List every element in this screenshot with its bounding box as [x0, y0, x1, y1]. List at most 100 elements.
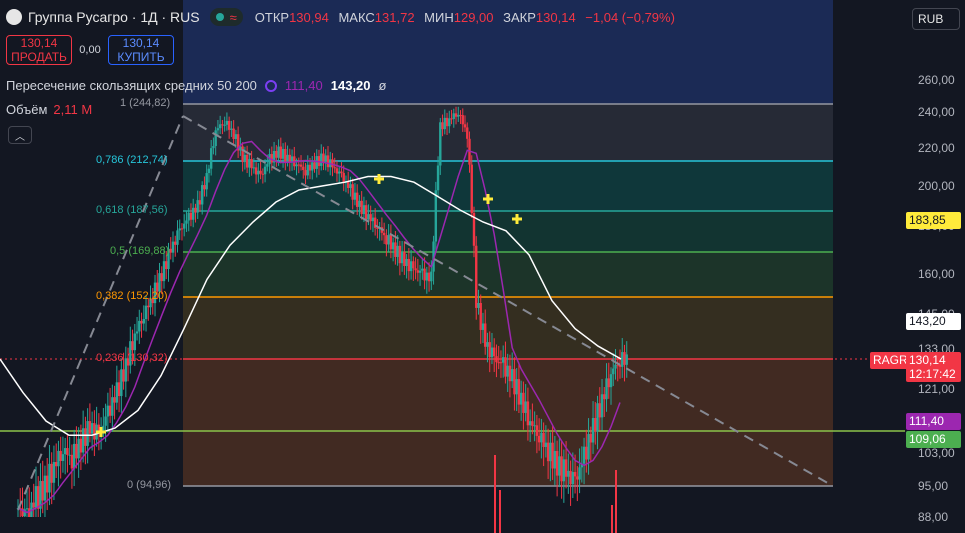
candle-body	[605, 378, 608, 400]
candle-body	[439, 122, 442, 166]
candle-body	[409, 261, 413, 272]
candle-body	[46, 475, 49, 493]
candle-body	[389, 235, 393, 250]
candle-body	[277, 146, 280, 158]
candle-body	[414, 268, 417, 271]
candle-body	[41, 480, 44, 501]
candle-body	[614, 364, 617, 369]
fib-zone-3	[183, 252, 833, 297]
candle-body	[180, 228, 184, 230]
market-status-pill[interactable]: ≈	[209, 8, 243, 26]
candle-body	[187, 212, 190, 221]
candle-body	[558, 456, 561, 476]
market-open-dot-icon	[215, 13, 224, 21]
candle-body	[445, 117, 449, 127]
axis-tick-label: 103,00	[918, 446, 955, 460]
candle-body	[108, 405, 112, 416]
candle-body	[214, 130, 217, 147]
candle-body	[416, 270, 420, 273]
candle-body	[70, 454, 74, 469]
candle-body	[371, 217, 375, 222]
trade-panel: 130,14 ПРОДАТЬ 0,00 130,14 КУПИТЬ	[6, 35, 174, 65]
candle-body	[470, 164, 473, 214]
candle-body	[284, 148, 287, 162]
candle-body	[493, 347, 496, 357]
candle-body	[513, 369, 516, 395]
currency-select[interactable]: RUB	[912, 8, 960, 30]
candle-body	[589, 434, 592, 443]
chevron-up-icon: ︿	[15, 131, 25, 143]
candle-body	[50, 463, 53, 483]
candle-body	[562, 459, 566, 482]
candle-body	[243, 154, 247, 163]
candle-body	[454, 113, 458, 117]
candle-body	[115, 382, 119, 403]
candle-body	[353, 192, 357, 200]
candle-body	[225, 120, 229, 125]
candle-body	[185, 220, 188, 224]
candle-body	[205, 173, 208, 190]
candle-body	[37, 486, 40, 509]
candle-body	[609, 374, 613, 388]
candle-body	[113, 397, 116, 403]
candle-body	[81, 428, 85, 453]
candle-body	[488, 342, 491, 358]
candle-body	[147, 305, 150, 308]
indicator-name: Пересечение скользящих средних 50 200	[6, 78, 257, 93]
trendline-up	[17, 115, 184, 511]
candle-body	[367, 214, 370, 220]
candle-body	[138, 320, 141, 332]
candle-body	[587, 434, 590, 460]
candle-body	[355, 192, 359, 207]
candle-body	[349, 184, 352, 188]
candle-body	[623, 352, 626, 365]
candle-body	[567, 470, 570, 477]
indicator-legend[interactable]: Пересечение скользящих средних 50 200 11…	[6, 78, 386, 93]
candle-body	[120, 369, 123, 397]
candle-body	[418, 270, 422, 273]
candle-body	[311, 162, 314, 171]
candle-body	[477, 302, 480, 308]
candle-body	[34, 486, 38, 508]
candle-body	[288, 154, 291, 163]
volume-legend[interactable]: Объём 2,11 M	[6, 102, 92, 117]
candle-body	[57, 450, 60, 467]
candle-body	[245, 154, 249, 168]
fib-label-2: 0,618 (187,56)	[96, 204, 168, 216]
symbol-title[interactable]: Группа Русагро · 1Д · RUS	[28, 9, 200, 25]
fib-label-4: 0,382 (152,20)	[96, 290, 168, 302]
buy-button[interactable]: 130,14 КУПИТЬ	[108, 35, 174, 65]
candle-body	[169, 248, 172, 253]
candle-body	[571, 472, 575, 485]
candle-body	[400, 251, 404, 264]
candle-body	[257, 170, 260, 175]
candle-body	[362, 205, 366, 215]
candle-body	[315, 156, 318, 169]
loading-cycle-icon	[264, 79, 277, 92]
fib-label-1: 0,786 (212,74)	[96, 154, 168, 166]
candle-body	[358, 200, 361, 207]
candle-body	[200, 185, 204, 205]
candle-body	[248, 159, 251, 168]
axis-tick-label: 88,00	[918, 510, 949, 524]
candle-body	[263, 166, 267, 175]
candle-body	[499, 362, 503, 364]
candle-body	[403, 251, 406, 267]
candle-body	[475, 245, 478, 308]
candle-body	[360, 200, 363, 215]
candle-body	[160, 273, 163, 282]
candle-body	[66, 448, 69, 455]
collapse-legend-button[interactable]: ︿	[8, 126, 32, 144]
ma-fast-value: 111,40	[284, 78, 323, 93]
candle-body	[486, 342, 489, 347]
sell-button[interactable]: 130,14 ПРОДАТЬ	[6, 35, 72, 65]
candle-body	[281, 148, 285, 159]
candle-body	[398, 245, 402, 264]
fib-label-3: 0,5 (169,88)	[110, 245, 170, 257]
candle-body	[603, 394, 606, 400]
candle-body	[481, 323, 485, 330]
candle-body	[621, 352, 624, 367]
candle-body	[86, 421, 89, 446]
candle-body	[162, 261, 166, 282]
candle-body	[560, 456, 563, 482]
